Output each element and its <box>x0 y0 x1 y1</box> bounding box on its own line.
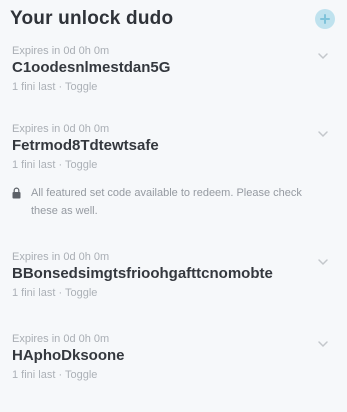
code-meta: 1 fini last · Toggle <box>12 369 98 381</box>
code-expiry-label: Expires in 0d 0h 0m <box>12 333 110 345</box>
code-value: Fetrmod8Tdtewtsafe <box>12 137 159 154</box>
code-value: C1oodesnlmestdan5G <box>12 59 171 76</box>
code-meta: 1 fini last · Toggle <box>12 287 98 299</box>
notice-text: All featured set code available to redee… <box>31 187 302 217</box>
code-item[interactable]: Expires in 0d 0h 0m BBonsedsimgtsfrioohg… <box>0 250 347 332</box>
chevron-down-icon[interactable] <box>317 256 329 268</box>
code-value: BBonsedsimgtsfrioohgafttcnomobte <box>12 265 273 282</box>
add-icon[interactable] <box>315 9 335 29</box>
code-expiry-label: Expires in 0d 0h 0m <box>12 123 110 135</box>
chevron-down-icon[interactable] <box>317 50 329 62</box>
code-expiry-label: Expires in 0d 0h 0m <box>12 251 110 263</box>
code-expiry-label: Expires in 0d 0h 0m <box>12 45 110 57</box>
chevron-down-icon[interactable] <box>317 128 329 140</box>
code-list: Expires in 0d 0h 0m C1oodesnlmestdan5G 1… <box>0 44 347 392</box>
lock-icon <box>12 187 21 199</box>
code-item[interactable]: Expires in 0d 0h 0m Fetrmod8Tdtewtsafe 1… <box>0 122 347 250</box>
code-notice: All featured set code available to redee… <box>12 184 335 220</box>
chevron-down-icon[interactable] <box>317 338 329 350</box>
code-value: HAphoDksoone <box>12 347 125 364</box>
page-header: Your unlock dudo <box>10 6 335 32</box>
add-icon-glyph <box>320 14 330 24</box>
code-item[interactable]: Expires in 0d 0h 0m C1oodesnlmestdan5G 1… <box>0 44 347 122</box>
code-meta: 1 fini last · Toggle <box>12 159 98 171</box>
page-title: Your unlock dudo <box>10 8 174 29</box>
code-meta: 1 fini last · Toggle <box>12 81 98 93</box>
code-item[interactable]: Expires in 0d 0h 0m HAphoDksoone 1 fini … <box>0 332 347 392</box>
